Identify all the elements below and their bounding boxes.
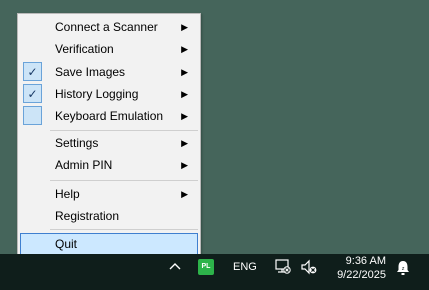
submenu-arrow-icon: ▶ xyxy=(181,67,188,77)
menu-item-label: Keyboard Emulation xyxy=(55,109,164,123)
submenu-arrow-icon: ▶ xyxy=(181,189,188,199)
submenu-arrow-icon: ▶ xyxy=(181,22,188,32)
chevron-up-icon[interactable] xyxy=(167,259,183,275)
submenu-arrow-icon: ▶ xyxy=(181,89,188,99)
pl-app-icon[interactable]: PL xyxy=(198,259,214,275)
notification-bell-icon[interactable]: z xyxy=(394,259,412,277)
submenu-arrow-icon: ▶ xyxy=(181,138,188,148)
menu-item-label: Registration xyxy=(55,209,120,223)
menu-item-history-logging[interactable]: ✓ History Logging ▶ xyxy=(20,83,198,105)
menu-item-label: History Logging xyxy=(55,87,139,101)
menu-item-save-images[interactable]: ✓ Save Images ▶ xyxy=(20,61,198,83)
submenu-arrow-icon: ▶ xyxy=(181,160,188,170)
svg-text:z: z xyxy=(402,266,405,272)
clock-date[interactable]: 9/22/2025 xyxy=(328,269,386,281)
menu-item-connect-scanner[interactable]: Connect a Scanner ▶ xyxy=(20,16,198,38)
unchecked-box-icon xyxy=(23,106,42,125)
menu-item-verification[interactable]: Verification ▶ xyxy=(20,38,198,60)
menu-item-label: Connect a Scanner xyxy=(55,20,158,34)
menu-item-settings[interactable]: Settings ▶ xyxy=(20,132,198,154)
menu-item-registration[interactable]: Registration xyxy=(20,205,198,227)
taskbar: PL ENG 9:36 AM 9/22/2025 z xyxy=(0,254,429,290)
menu-item-label: Admin PIN xyxy=(55,158,113,172)
menu-item-admin-pin[interactable]: Admin PIN ▶ xyxy=(20,154,198,176)
menu-item-quit[interactable]: Quit xyxy=(20,233,198,255)
menu-item-label: Save Images xyxy=(55,65,126,79)
menu-item-label: Quit xyxy=(55,237,78,251)
network-icon[interactable] xyxy=(274,259,292,275)
menu-separator xyxy=(50,130,198,131)
tray-context-menu: Connect a Scanner ▶ Verification ▶ ✓ Sav… xyxy=(17,13,201,257)
volume-muted-icon[interactable] xyxy=(300,259,318,275)
clock-time[interactable]: 9:36 AM xyxy=(330,255,386,267)
menu-item-label: Help xyxy=(55,187,80,201)
menu-item-label: Verification xyxy=(55,42,114,56)
menu-item-label: Settings xyxy=(55,136,99,150)
check-icon: ✓ xyxy=(23,62,42,81)
menu-item-help[interactable]: Help ▶ xyxy=(20,183,198,205)
language-indicator[interactable]: ENG xyxy=(233,261,257,273)
check-icon: ✓ xyxy=(23,84,42,103)
menu-item-keyboard-emulation[interactable]: Keyboard Emulation ▶ xyxy=(20,105,198,127)
menu-separator xyxy=(50,229,198,230)
menu-separator xyxy=(50,180,198,181)
submenu-arrow-icon: ▶ xyxy=(181,111,188,121)
submenu-arrow-icon: ▶ xyxy=(181,44,188,54)
